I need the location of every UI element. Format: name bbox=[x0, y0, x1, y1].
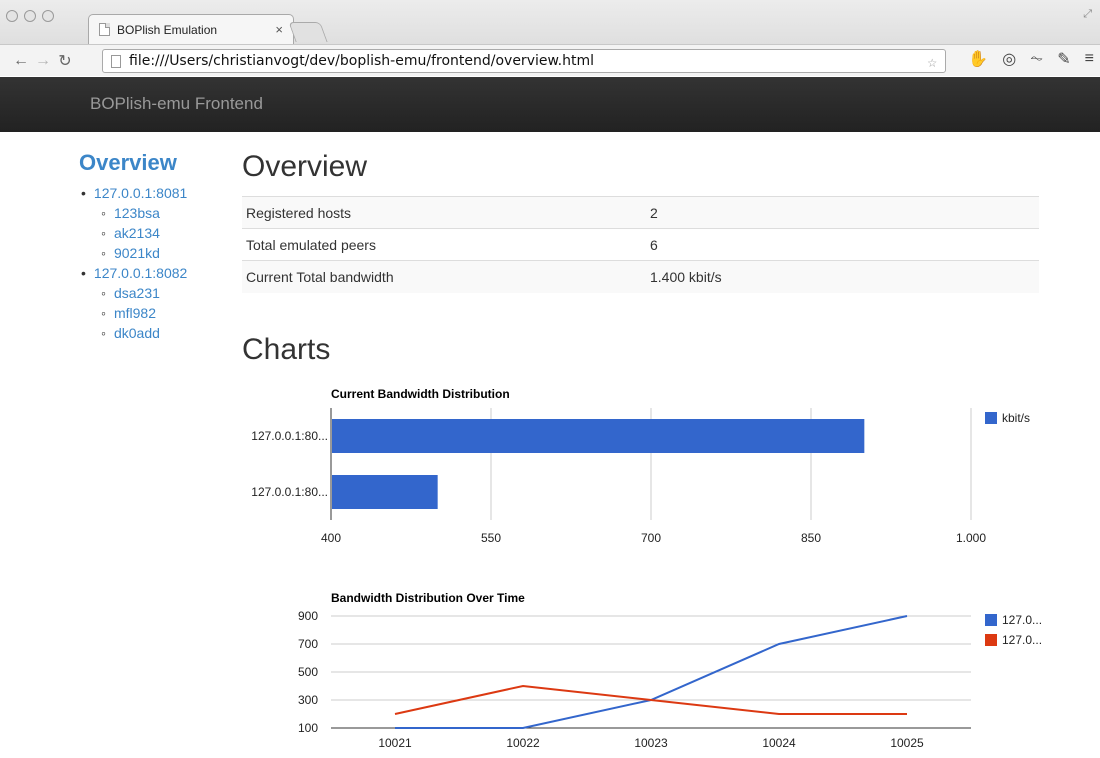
peer-link[interactable]: mfl982 bbox=[114, 305, 156, 321]
window-controls bbox=[6, 10, 54, 22]
y-tick-label: 300 bbox=[298, 693, 318, 707]
x-tick-label: 850 bbox=[801, 531, 821, 545]
wrench-icon[interactable]: ✎ bbox=[1057, 49, 1070, 69]
bandwidth-line-chart: Bandwidth Distribution Over Time 900 700 5… bbox=[298, 591, 1042, 750]
app-navbar: BOPlish-emu Frontend bbox=[0, 77, 1100, 132]
host-link[interactable]: 127.0.0.1:8081 bbox=[94, 185, 187, 201]
host-list: 127.0.0.1:8081 123bsa ak2134 9021kd 127.… bbox=[79, 183, 219, 343]
page-icon bbox=[111, 54, 121, 68]
row-label: Registered hosts bbox=[242, 196, 646, 229]
chart-title: Bandwidth Distribution Over Time bbox=[331, 591, 525, 605]
url-text[interactable]: file:///Users/christianvogt/dev/boplish-… bbox=[129, 53, 927, 69]
y-tick-label: 100 bbox=[298, 721, 318, 735]
row-value: 1.400 kbit/s bbox=[646, 260, 1039, 293]
pulse-icon[interactable]: ⏦ bbox=[1030, 50, 1043, 68]
y-tick-label: 900 bbox=[298, 609, 318, 623]
sidebar-peer-item[interactable]: 9021kd bbox=[79, 243, 219, 263]
legend-label: 127.0... bbox=[1002, 633, 1042, 647]
fullscreen-icon[interactable]: ⤢ bbox=[1083, 8, 1092, 21]
bandwidth-bar-chart: Current Bandwidth Distribution 400 550 700… bbox=[251, 387, 1030, 545]
zoom-window-button[interactable] bbox=[42, 10, 54, 22]
peer-link[interactable]: 9021kd bbox=[114, 245, 160, 261]
bar bbox=[332, 475, 438, 509]
x-tick-label: 700 bbox=[641, 531, 661, 545]
page-icon bbox=[99, 23, 110, 36]
row-value: 6 bbox=[646, 228, 1039, 261]
table-row: Current Total bandwidth 1.400 kbit/s bbox=[242, 260, 1039, 293]
host-link[interactable]: 127.0.0.1:8082 bbox=[94, 265, 187, 281]
bookmark-star-icon[interactable]: ☆ bbox=[927, 52, 937, 71]
legend-label: kbit/s bbox=[1002, 411, 1030, 425]
peer-link[interactable]: dk0add bbox=[114, 325, 160, 341]
peer-link[interactable]: ak2134 bbox=[114, 225, 160, 241]
address-bar[interactable]: file:///Users/christianvogt/dev/boplish-… bbox=[102, 49, 946, 73]
x-tick-label: 10025 bbox=[890, 736, 924, 750]
minimize-window-button[interactable] bbox=[24, 10, 36, 22]
sidebar-peer-item[interactable]: 123bsa bbox=[79, 203, 219, 223]
forward-icon[interactable]: → bbox=[32, 52, 54, 70]
tab-title: BOPlish Emulation bbox=[117, 22, 218, 37]
table-row: Registered hosts 2 bbox=[242, 196, 1039, 229]
main-content: Overview Registered hosts 2 Total emulat… bbox=[242, 150, 1042, 293]
new-tab-button[interactable] bbox=[288, 22, 328, 42]
sidebar-title[interactable]: Overview bbox=[79, 150, 219, 176]
y-tick-label: 500 bbox=[298, 665, 318, 679]
reload-icon[interactable]: ↻ bbox=[54, 51, 76, 71]
sidebar-peer-item[interactable]: ak2134 bbox=[79, 223, 219, 243]
browser-toolbar: ← → ↻ file:///Users/christianvogt/dev/bo… bbox=[0, 44, 1100, 76]
sidebar-host-item[interactable]: 127.0.0.1:8081 bbox=[79, 183, 219, 203]
row-label: Total emulated peers bbox=[242, 228, 646, 261]
row-label: Current Total bandwidth bbox=[242, 260, 646, 293]
sidebar-title-link[interactable]: Overview bbox=[79, 150, 177, 175]
browser-chrome: BOPlish Emulation × ⤢ ← → ↻ file:///User… bbox=[0, 0, 1100, 76]
peer-link[interactable]: dsa231 bbox=[114, 285, 160, 301]
x-tick-label: 400 bbox=[321, 531, 341, 545]
legend-label: 127.0... bbox=[1002, 613, 1042, 627]
x-tick-label: 10024 bbox=[762, 736, 796, 750]
sidebar: Overview 127.0.0.1:8081 123bsa ak2134 90… bbox=[79, 150, 219, 343]
tab-close-icon[interactable]: × bbox=[275, 22, 283, 37]
category-label: 127.0.0.1:80... bbox=[251, 429, 328, 443]
sidebar-peer-item[interactable]: dsa231 bbox=[79, 283, 219, 303]
browser-tab[interactable]: BOPlish Emulation × bbox=[88, 14, 294, 44]
x-tick-label: 10022 bbox=[506, 736, 540, 750]
back-icon[interactable]: ← bbox=[10, 52, 32, 70]
sidebar-peer-item[interactable]: dk0add bbox=[79, 323, 219, 343]
close-window-button[interactable] bbox=[6, 10, 18, 22]
charts-heading: Charts bbox=[242, 333, 331, 366]
menu-icon[interactable]: ≡ bbox=[1085, 50, 1094, 68]
x-tick-label: 10021 bbox=[378, 736, 412, 750]
legend-swatch bbox=[985, 614, 997, 626]
brand-link[interactable]: BOPlish-emu Frontend bbox=[90, 94, 263, 114]
overview-table: Registered hosts 2 Total emulated peers … bbox=[242, 196, 1039, 293]
legend-swatch bbox=[985, 634, 997, 646]
extension-icons: ✋ ◎ ⏦ ✎ ≡ bbox=[968, 49, 1094, 69]
table-row: Total emulated peers 6 bbox=[242, 228, 1039, 261]
category-label: 127.0.0.1:80... bbox=[251, 485, 328, 499]
refresh-extension-icon[interactable]: ◎ bbox=[1002, 49, 1016, 69]
row-value: 2 bbox=[646, 196, 1039, 229]
x-tick-label: 10023 bbox=[634, 736, 668, 750]
chart-title: Current Bandwidth Distribution bbox=[331, 387, 510, 401]
page-title: Overview bbox=[242, 150, 368, 183]
y-tick-label: 700 bbox=[298, 637, 318, 651]
x-tick-label: 1.000 bbox=[956, 531, 986, 545]
sidebar-peer-item[interactable]: mfl982 bbox=[79, 303, 219, 323]
peer-link[interactable]: 123bsa bbox=[114, 205, 160, 221]
x-tick-label: 550 bbox=[481, 531, 501, 545]
bar bbox=[332, 419, 865, 453]
legend-swatch bbox=[985, 412, 997, 424]
sidebar-host-item[interactable]: 127.0.0.1:8082 bbox=[79, 263, 219, 283]
stop-hand-icon[interactable]: ✋ bbox=[968, 49, 988, 69]
